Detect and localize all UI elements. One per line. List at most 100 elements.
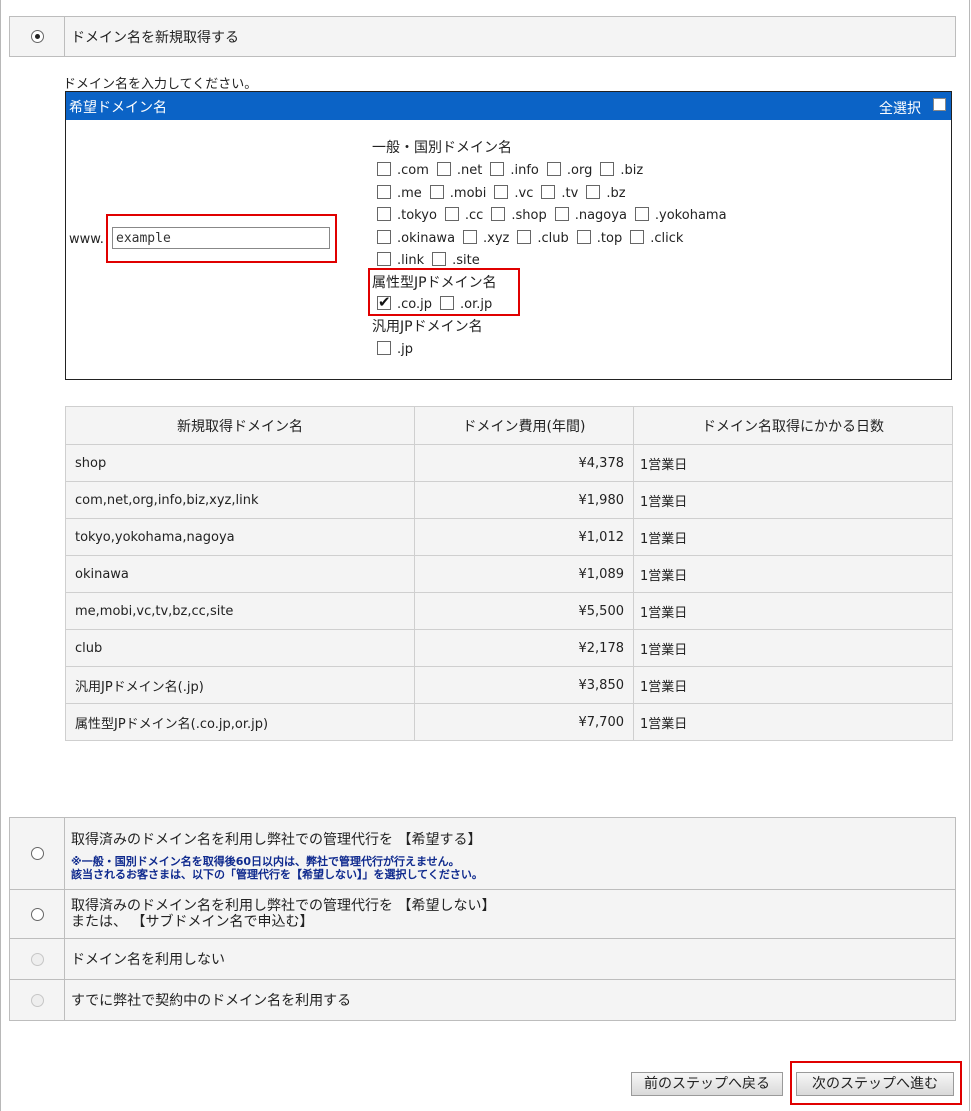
tld-label-top: .top bbox=[596, 230, 623, 246]
no-domain-label: ドメイン名を利用しない bbox=[64, 938, 956, 980]
tld-label-info: .info bbox=[510, 163, 539, 178]
tld-option-tv[interactable]: .tv bbox=[541, 184, 579, 201]
option-manage-no-row: 取得済みのドメイン名を利用し弊社での管理代行を 【希望しない】 または、 【サブ… bbox=[9, 889, 956, 939]
tld-option-site[interactable]: .site bbox=[432, 252, 480, 268]
price-name-cell: shop bbox=[65, 444, 415, 482]
tld-option-vc[interactable]: .vc bbox=[494, 184, 534, 201]
tld-label-tv: .tv bbox=[561, 185, 579, 201]
new-domain-radio[interactable] bbox=[30, 30, 44, 43]
tld-checkbox-net[interactable] bbox=[436, 162, 451, 176]
tld-checkbox-top[interactable] bbox=[576, 229, 591, 244]
tld-checkbox-biz[interactable] bbox=[600, 162, 615, 176]
price-table-body: shop ¥4,378 1営業日 com,net,org,info,biz,xyz,l… bbox=[65, 444, 953, 741]
tld-option-jp[interactable]: .jp bbox=[377, 341, 413, 357]
tld-label-shop: .shop bbox=[511, 208, 547, 223]
new-domain-label: ドメイン名を新規取得する bbox=[64, 16, 956, 57]
manage-yes-radio-cell[interactable] bbox=[9, 817, 65, 890]
tld-checkbox-tokyo[interactable] bbox=[377, 207, 391, 221]
tld-checkbox-info[interactable] bbox=[490, 162, 505, 176]
tld-option-com[interactable]: .com bbox=[377, 162, 429, 178]
tld-option-tokyo[interactable]: .tokyo bbox=[377, 207, 437, 223]
price-name-cell: 属性型JPドメイン名(.co.jp,or.jp) bbox=[65, 703, 415, 741]
price-name-cell: tokyo,yokohama,nagoya bbox=[65, 518, 415, 556]
tld-checkbox-site[interactable] bbox=[432, 252, 447, 266]
manage-no-radio-cell[interactable] bbox=[9, 889, 65, 939]
table-row: okinawa ¥1,089 1営業日 bbox=[65, 555, 953, 593]
tld-label-link: .link bbox=[397, 253, 425, 268]
tld-label-nagoya: .nagoya bbox=[574, 208, 627, 223]
tld-option-net[interactable]: .net bbox=[436, 162, 482, 178]
tld-checkbox-vc[interactable] bbox=[494, 184, 509, 199]
tld-option-xyz[interactable]: .xyz bbox=[463, 229, 510, 246]
general-jp-title: 汎用JPドメイン名 bbox=[372, 319, 483, 335]
price-name-cell: com,net,org,info,biz,xyz,link bbox=[65, 481, 415, 519]
tld-checkbox-okinawa[interactable] bbox=[377, 229, 391, 244]
manage-yes-radio[interactable] bbox=[30, 847, 44, 860]
price-price-cell: ¥1,089 bbox=[414, 555, 634, 593]
tld-checkbox-nagoya[interactable] bbox=[554, 207, 569, 221]
tld-label-me: .me bbox=[397, 185, 422, 201]
tld-option-yokohama[interactable]: .yokohama bbox=[634, 207, 727, 223]
tld-checkbox-bz[interactable] bbox=[586, 184, 601, 199]
tld-checkbox-me[interactable] bbox=[377, 184, 391, 199]
select-all-checkbox[interactable] bbox=[933, 98, 946, 111]
next-button-highlight-box bbox=[790, 1061, 962, 1105]
domain-select-box: 希望ドメイン名 全選択 www. 一般・国別ドメイン名 .com .net .inf… bbox=[65, 91, 952, 380]
manage-no-radio[interactable] bbox=[30, 907, 44, 921]
tld-checkbox-tv[interactable] bbox=[541, 184, 556, 199]
price-days-cell: 1営業日 bbox=[633, 666, 953, 704]
new-domain-option-row: ドメイン名を新規取得する bbox=[9, 16, 956, 57]
table-row: com,net,org,info,biz,xyz,link ¥1,980 1営業日 bbox=[65, 481, 953, 519]
tld-label-club: .club bbox=[537, 230, 569, 246]
price-price-cell: ¥7,700 bbox=[414, 703, 634, 741]
tld-option-top[interactable]: .top bbox=[576, 229, 623, 246]
prev-step-button[interactable]: 前のステップへ戻る bbox=[631, 1072, 783, 1096]
input-highlight-box bbox=[106, 214, 337, 263]
manage-yes-label: 取得済みのドメイン名を利用し弊社での管理代行を 【希望する】 bbox=[71, 832, 482, 848]
tld-option-cc[interactable]: .cc bbox=[444, 207, 483, 223]
tld-checkbox-xyz[interactable] bbox=[463, 229, 478, 244]
tld-checkbox-club[interactable] bbox=[517, 229, 532, 244]
price-name-cell: 汎用JPドメイン名(.jp) bbox=[65, 666, 415, 704]
tld-option-club[interactable]: .club bbox=[517, 229, 569, 246]
tld-label-xyz: .xyz bbox=[483, 230, 510, 246]
price-days-cell: 1営業日 bbox=[633, 703, 953, 741]
tld-checkbox-org[interactable] bbox=[546, 162, 561, 176]
tld-option-shop[interactable]: .shop bbox=[491, 207, 547, 223]
price-name-cell: club bbox=[65, 629, 415, 667]
tld-option-mobi[interactable]: .mobi bbox=[429, 184, 486, 201]
price-days-cell: 1営業日 bbox=[633, 592, 953, 630]
price-days-cell: 1営業日 bbox=[633, 444, 953, 482]
tld-label-vc: .vc bbox=[514, 185, 534, 201]
table-row: me,mobi,vc,tv,bz,cc,site ¥5,500 1営業日 bbox=[65, 592, 953, 630]
price-name-cell: okinawa bbox=[65, 555, 415, 593]
tld-checkbox-jp[interactable] bbox=[377, 341, 391, 355]
tld-option-okinawa[interactable]: .okinawa bbox=[377, 229, 455, 246]
domain-box-header: 希望ドメイン名 全選択 bbox=[66, 92, 951, 120]
tld-checkbox-cc[interactable] bbox=[444, 207, 459, 221]
price-days-cell: 1営業日 bbox=[633, 481, 953, 519]
tld-option-link[interactable]: .link bbox=[377, 252, 424, 268]
tld-checkbox-yokohama[interactable] bbox=[634, 207, 649, 221]
tld-option-biz[interactable]: .biz bbox=[600, 162, 643, 178]
tld-checkbox-link[interactable] bbox=[377, 252, 391, 266]
tld-option-info[interactable]: .info bbox=[490, 162, 539, 178]
price-header-cell: ドメイン費用(年間) bbox=[414, 406, 634, 445]
tld-checkbox-mobi[interactable] bbox=[429, 184, 444, 199]
price-header-cell: 新規取得ドメイン名 bbox=[65, 406, 415, 445]
tld-checkbox-click[interactable] bbox=[630, 229, 645, 244]
tld-checkbox-com[interactable] bbox=[377, 162, 391, 176]
tld-option-bz[interactable]: .bz bbox=[586, 184, 626, 201]
new-domain-radio-cell[interactable] bbox=[9, 16, 65, 57]
tld-option-org[interactable]: .org bbox=[546, 162, 592, 178]
price-price-cell: ¥1,980 bbox=[414, 481, 634, 519]
no-domain-radio bbox=[30, 952, 44, 966]
table-row: 汎用JPドメイン名(.jp) ¥3,850 1営業日 bbox=[65, 666, 953, 704]
tld-option-click[interactable]: .click bbox=[630, 229, 683, 246]
table-row: shop ¥4,378 1営業日 bbox=[65, 444, 953, 482]
tld-option-me[interactable]: .me bbox=[377, 184, 422, 201]
tld-option-nagoya[interactable]: .nagoya bbox=[554, 207, 627, 223]
price-days-cell: 1営業日 bbox=[633, 518, 953, 556]
tld-checkbox-shop[interactable] bbox=[491, 207, 506, 221]
price-name-cell: me,mobi,vc,tv,bz,cc,site bbox=[65, 592, 415, 630]
